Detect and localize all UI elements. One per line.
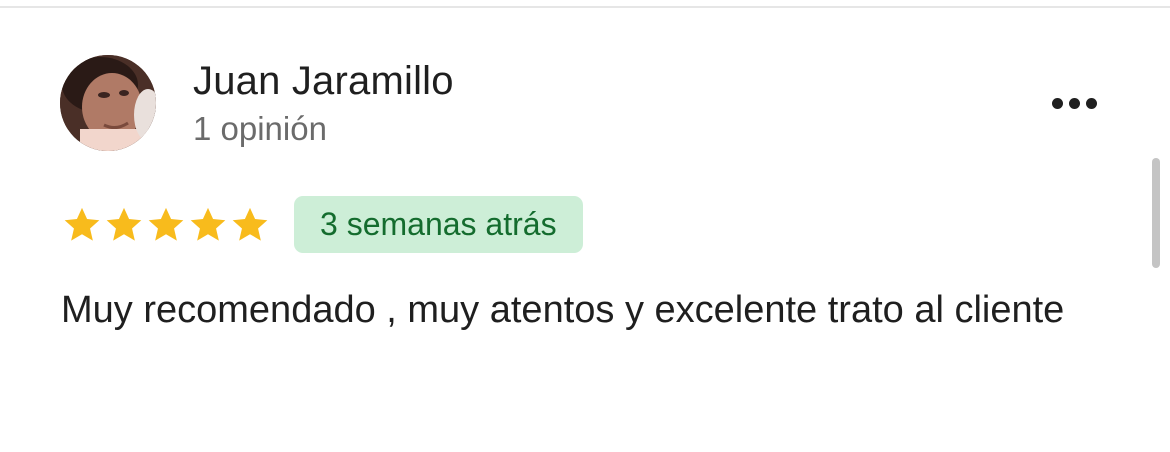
star-icon [190, 207, 226, 241]
top-divider [0, 6, 1170, 8]
star-icon [232, 207, 268, 241]
star-rating [61, 204, 271, 246]
reviewer-avatar[interactable] [60, 55, 156, 151]
review-count: 1 opinión [193, 110, 327, 147]
more-options-button[interactable] [1040, 84, 1108, 122]
star-icon [106, 207, 142, 241]
more-horizontal-icon [1068, 97, 1080, 109]
more-horizontal-icon [1051, 97, 1063, 109]
scrollbar[interactable] [1152, 158, 1160, 268]
time-ago-badge: 3 semanas atrás [294, 196, 583, 253]
more-horizontal-icon [1085, 97, 1097, 109]
review-card: Juan Jaramillo 1 opinión 3 semanas atrás… [0, 0, 1170, 452]
reviewer-name[interactable]: Juan Jaramillo [193, 58, 454, 104]
review-text: Muy recomendado , muy atentos y excelent… [61, 289, 1065, 331]
star-icon [64, 207, 100, 241]
star-icon [148, 207, 184, 241]
